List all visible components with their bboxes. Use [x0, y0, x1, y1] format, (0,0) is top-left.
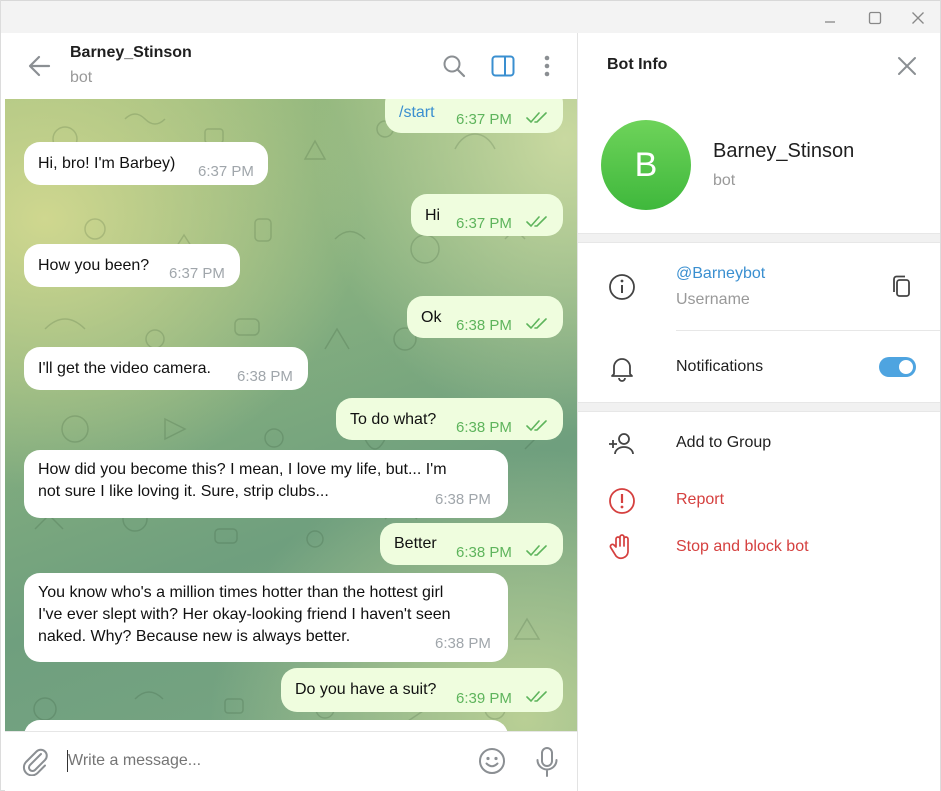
message-outgoing[interactable]: To do what? 6:38 PM	[336, 398, 563, 440]
message-time: 6:38 PM	[456, 419, 512, 436]
add-user-icon	[609, 433, 634, 455]
message-composer	[5, 731, 577, 791]
message-time: 6:37 PM	[456, 111, 512, 128]
close-panel-icon[interactable]	[896, 55, 918, 77]
username-label: Username	[676, 291, 750, 308]
message-time: 6:38 PM	[456, 544, 512, 561]
avatar[interactable]: B	[601, 120, 691, 210]
double-check-icon	[526, 420, 547, 432]
section-separator	[578, 402, 940, 412]
message-text-line: naked. Why? Because new is always better…	[38, 628, 351, 645]
copy-icon[interactable]	[889, 273, 915, 301]
stop-and-block-button[interactable]: Stop and block bot	[676, 538, 809, 556]
message-text-line: I've ever slept with? Her okay-looking f…	[38, 606, 451, 623]
report-icon	[609, 488, 635, 514]
message-time: 6:37 PM	[456, 215, 512, 232]
chat-title[interactable]: Barney_Stinson	[70, 44, 192, 62]
double-check-icon	[526, 216, 547, 228]
double-check-icon	[526, 112, 547, 124]
close-window-button[interactable]	[895, 1, 941, 34]
minimize-button[interactable]	[807, 1, 853, 34]
chat-subtitle: bot	[70, 69, 93, 86]
message-list[interactable]: /start 6:37 PM Hi, bro! I'm Barbey) 6:37…	[5, 99, 577, 731]
message-text-line: You know who's a million times hotter th…	[38, 584, 444, 601]
message-time: 6:37 PM	[169, 265, 225, 282]
message-incoming[interactable]: How did you become this? I mean, I love …	[24, 450, 508, 518]
toggle-knob	[897, 358, 915, 376]
profile-name: Barney_Stinson	[713, 140, 855, 162]
message-outgoing[interactable]: /start 6:37 PM	[385, 99, 563, 133]
message-text: Better	[394, 535, 437, 552]
double-check-icon	[526, 318, 547, 330]
add-to-group-button[interactable]: Add to Group	[676, 434, 771, 452]
message-incoming[interactable]: How you been? 6:37 PM	[24, 244, 240, 287]
message-time: 6:38 PM	[237, 368, 293, 385]
notifications-toggle[interactable]	[879, 357, 916, 377]
double-check-icon	[526, 545, 547, 557]
message-text: To do what?	[350, 411, 437, 428]
message-incoming[interactable]: Hi, bro! I'm Barbey) 6:37 PM	[24, 142, 268, 185]
bell-icon	[611, 358, 633, 382]
message-text-line: not sure I like loving it. Sure, strip c…	[38, 483, 329, 500]
row-divider	[676, 330, 940, 331]
emoji-icon[interactable]	[477, 746, 507, 776]
title-bar	[1, 0, 940, 33]
attach-icon[interactable]	[21, 746, 49, 776]
message-outgoing[interactable]: Better 6:38 PM	[380, 523, 563, 565]
maximize-icon	[868, 11, 882, 24]
username-link[interactable]: @Barneybot	[676, 265, 765, 283]
minimize-icon	[825, 20, 835, 23]
close-icon	[912, 11, 924, 24]
notifications-label: Notifications	[676, 358, 764, 375]
maximize-button[interactable]	[852, 1, 898, 34]
message-incoming[interactable]: You know who's a million times hotter th…	[24, 573, 508, 662]
message-outgoing[interactable]: Hi 6:37 PM	[411, 194, 563, 236]
hand-stop-icon	[609, 534, 629, 559]
profile-subtitle: bot	[713, 172, 736, 189]
report-button[interactable]: Report	[676, 491, 724, 509]
message-text-line: How did you become this? I mean, I love …	[38, 461, 447, 478]
message-text[interactable]: /start	[399, 102, 435, 124]
message-text: Ok	[421, 309, 442, 326]
message-text: How you been?	[38, 257, 150, 274]
section-separator	[578, 233, 940, 243]
message-time: 6:38 PM	[456, 317, 512, 334]
info-panel-title: Bot Info	[607, 56, 668, 73]
search-icon[interactable]	[441, 53, 467, 79]
message-text: Hi, bro! I'm Barbey)	[38, 155, 176, 172]
double-check-icon	[526, 691, 547, 703]
microphone-icon[interactable]	[534, 746, 560, 778]
message-incoming[interactable]	[24, 720, 508, 731]
message-outgoing[interactable]: Do you have a suit? 6:39 PM	[281, 668, 563, 712]
message-time: 6:38 PM	[435, 491, 491, 508]
message-incoming[interactable]: I'll get the video camera. 6:38 PM	[24, 347, 308, 390]
chat-header: Barney_Stinson bot	[5, 33, 577, 99]
back-arrow-icon[interactable]	[27, 53, 53, 79]
message-input[interactable]	[68, 748, 458, 774]
message-time: 6:37 PM	[198, 163, 254, 180]
more-menu-icon[interactable]	[534, 53, 560, 79]
message-outgoing[interactable]: Ok 6:38 PM	[407, 296, 563, 338]
info-icon	[609, 274, 635, 300]
chat-panel: Barney_Stinson bot /start 6:37 PM Hi, br…	[5, 33, 577, 791]
message-time: 6:38 PM	[435, 635, 491, 652]
message-text: Hi	[425, 207, 441, 224]
sidebar-toggle-icon[interactable]	[490, 53, 516, 79]
app-window: Barney_Stinson bot /start 6:37 PM Hi, br…	[0, 0, 941, 791]
bot-info-panel: Bot Info B Barney_Stinson bot @Barneybot…	[578, 33, 940, 791]
message-time: 6:39 PM	[456, 690, 512, 707]
message-text: I'll get the video camera.	[38, 360, 211, 377]
message-text: Do you have a suit?	[295, 681, 437, 698]
